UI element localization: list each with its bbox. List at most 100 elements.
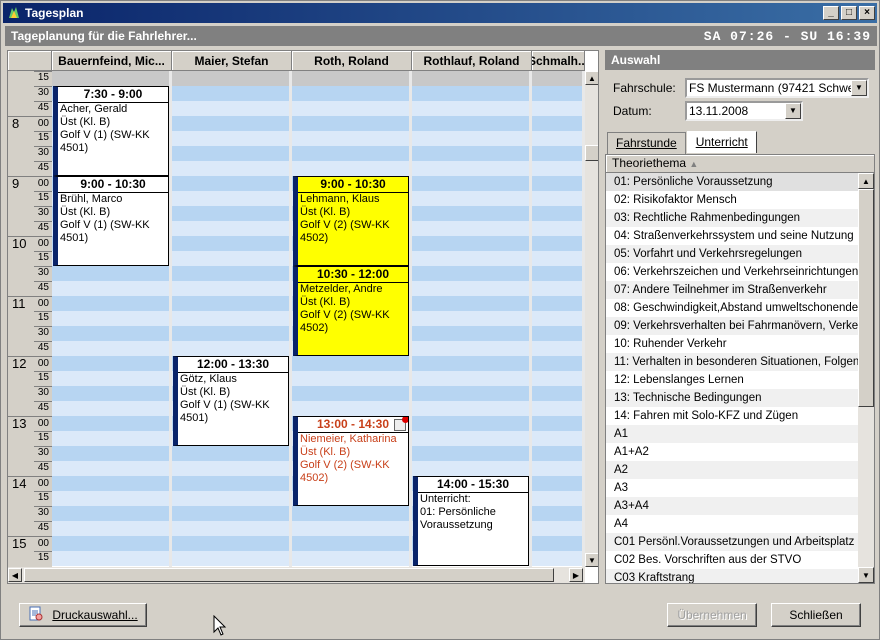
time-slot-cell[interactable] <box>412 386 529 401</box>
title-bar[interactable]: Tagesplan _ □ × <box>3 3 877 23</box>
time-slot-cell[interactable] <box>412 341 529 356</box>
time-slot-cell[interactable] <box>292 86 409 101</box>
appointment-block[interactable]: 10:30 - 12:00 Metzelder, Andre Üst (Kl. B)… <box>293 266 409 356</box>
time-slot-cell[interactable] <box>532 401 582 416</box>
tab-fahrstunde[interactable]: Fahrstunde <box>607 132 686 154</box>
time-slot-cell[interactable] <box>532 476 582 491</box>
time-slot-cell[interactable] <box>172 491 289 506</box>
time-slot-cell[interactable] <box>532 356 582 371</box>
time-slot-cell[interactable] <box>172 191 289 206</box>
time-slot-cell[interactable] <box>172 101 289 116</box>
time-slot-cell[interactable] <box>412 101 529 116</box>
instructor-column[interactable] <box>532 71 585 567</box>
time-slot-cell[interactable] <box>172 206 289 221</box>
list-item[interactable]: A4 <box>606 515 858 533</box>
chevron-down-icon[interactable]: ▼ <box>851 80 867 96</box>
list-item[interactable]: A3+A4 <box>606 497 858 515</box>
time-slot-cell[interactable] <box>532 536 582 551</box>
time-slot-cell[interactable] <box>292 401 409 416</box>
time-slot-cell[interactable] <box>172 131 289 146</box>
time-slot-cell[interactable] <box>52 551 169 566</box>
time-slot-cell[interactable] <box>52 311 169 326</box>
list-item[interactable]: 02: Risikofaktor Mensch <box>606 191 858 209</box>
column-header-instructor[interactable]: Rothlauf, Roland <box>412 51 532 71</box>
list-item[interactable]: 13: Technische Bedingungen <box>606 389 858 407</box>
time-slot-cell[interactable] <box>532 371 582 386</box>
list-item[interactable]: C02 Bes. Vorschriften aus der STVO <box>606 551 858 569</box>
time-slot-cell[interactable] <box>412 311 529 326</box>
time-slot-cell[interactable] <box>52 476 169 491</box>
time-slot-cell[interactable] <box>172 176 289 191</box>
time-slot-cell[interactable] <box>532 296 582 311</box>
appointment-block[interactable]: 14:00 - 15:30 Unterricht: 01: Persönliche V… <box>413 476 529 566</box>
time-slot-cell[interactable] <box>412 146 529 161</box>
time-slot-cell[interactable] <box>292 101 409 116</box>
calendar-grid[interactable]: 15 30 45 8 00 15 30 45 9 00 15 30 45 10 00 15 30 45 11 00 15… <box>7 50 599 584</box>
time-slot-cell[interactable] <box>412 191 529 206</box>
scroll-down-button[interactable]: ▼ <box>585 553 598 567</box>
time-slot-cell[interactable] <box>532 491 582 506</box>
time-slot-cell[interactable] <box>292 506 409 521</box>
appointment-block[interactable]: 9:00 - 10:30 Brühl, Marco Üst (Kl. B) Golf … <box>53 176 169 266</box>
time-slot-cell[interactable] <box>172 281 289 296</box>
list-item[interactable]: 07: Andere Teilnehmer im Straßenverkehr <box>606 281 858 299</box>
time-slot-cell[interactable] <box>412 236 529 251</box>
time-slot-cell[interactable] <box>412 116 529 131</box>
list-item[interactable]: A1+A2 <box>606 443 858 461</box>
time-slot-cell[interactable] <box>292 386 409 401</box>
time-slot-cell[interactable] <box>532 146 582 161</box>
time-slot-cell[interactable] <box>532 341 582 356</box>
time-slot-cell[interactable] <box>292 536 409 551</box>
column-header-instructor[interactable]: Bauernfeind, Mic... <box>52 51 172 71</box>
time-slot-cell[interactable] <box>52 341 169 356</box>
list-item[interactable]: A1 <box>606 425 858 443</box>
horizontal-scrollbar[interactable]: ◀ ▶ <box>8 567 585 583</box>
chevron-down-icon[interactable]: ▼ <box>785 103 801 119</box>
time-slot-cell[interactable] <box>52 431 169 446</box>
time-slot-cell[interactable] <box>412 281 529 296</box>
time-slot-cell[interactable] <box>412 266 529 281</box>
list-scroll-thumb[interactable] <box>858 189 874 407</box>
hscroll-thumb[interactable] <box>24 568 554 582</box>
time-slot-cell[interactable] <box>412 401 529 416</box>
column-header-instructor[interactable]: Schmalh... <box>532 51 585 71</box>
time-slot-cell[interactable] <box>172 326 289 341</box>
time-slot-cell[interactable] <box>52 401 169 416</box>
list-item[interactable]: C01 Persönl.Voraussetzungen und Arbeitsp… <box>606 533 858 551</box>
time-slot-cell[interactable] <box>172 551 289 566</box>
tab-unterricht[interactable]: Unterricht <box>686 131 757 153</box>
time-slot-cell[interactable] <box>52 371 169 386</box>
note-icon[interactable] <box>394 417 408 431</box>
time-slot-cell[interactable] <box>172 311 289 326</box>
time-slot-cell[interactable] <box>292 521 409 536</box>
time-slot-cell[interactable] <box>532 101 582 116</box>
minimize-button[interactable]: _ <box>823 6 839 20</box>
appointment-block[interactable]: 13:00 - 14:30 Niemeier, Katharina Üst (Kl.… <box>293 416 409 506</box>
time-slot-cell[interactable] <box>172 506 289 521</box>
scroll-thumb[interactable] <box>585 145 598 161</box>
column-header-instructor[interactable]: Roth, Roland <box>292 51 412 71</box>
list-item[interactable]: 04: Straßenverkehrssystem und seine Nutz… <box>606 227 858 245</box>
list-item[interactable]: A2 <box>606 461 858 479</box>
time-slot-cell[interactable] <box>292 131 409 146</box>
list-item[interactable]: 11: Verhalten in besonderen Situationen,… <box>606 353 858 371</box>
fahrschule-select[interactable]: FS Mustermann (97421 Schweinfu ▼ <box>685 78 869 98</box>
time-slot-cell[interactable] <box>52 536 169 551</box>
time-slot-cell[interactable] <box>412 176 529 191</box>
time-slot-cell[interactable] <box>172 71 289 86</box>
list-item[interactable]: A3 <box>606 479 858 497</box>
list-item[interactable]: 14: Fahren mit Solo-KFZ und Zügen <box>606 407 858 425</box>
time-slot-cell[interactable] <box>172 536 289 551</box>
close-dialog-button[interactable]: Schließen <box>771 603 861 627</box>
appointment-block[interactable]: 9:00 - 10:30 Lehmann, Klaus Üst (Kl. B) Gol… <box>293 176 409 266</box>
time-slot-cell[interactable] <box>52 296 169 311</box>
time-slot-cell[interactable] <box>532 386 582 401</box>
time-slot-cell[interactable] <box>172 476 289 491</box>
time-slot-cell[interactable] <box>412 326 529 341</box>
theory-topic-list[interactable]: Theoriethema ▲ ▲ ▼ 01: Persönliche Vorau… <box>605 154 875 584</box>
time-slot-cell[interactable] <box>532 221 582 236</box>
print-selection-button[interactable]: Druckauswahl... <box>19 603 147 627</box>
time-slot-cell[interactable] <box>532 191 582 206</box>
time-slot-cell[interactable] <box>52 446 169 461</box>
time-slot-cell[interactable] <box>292 161 409 176</box>
